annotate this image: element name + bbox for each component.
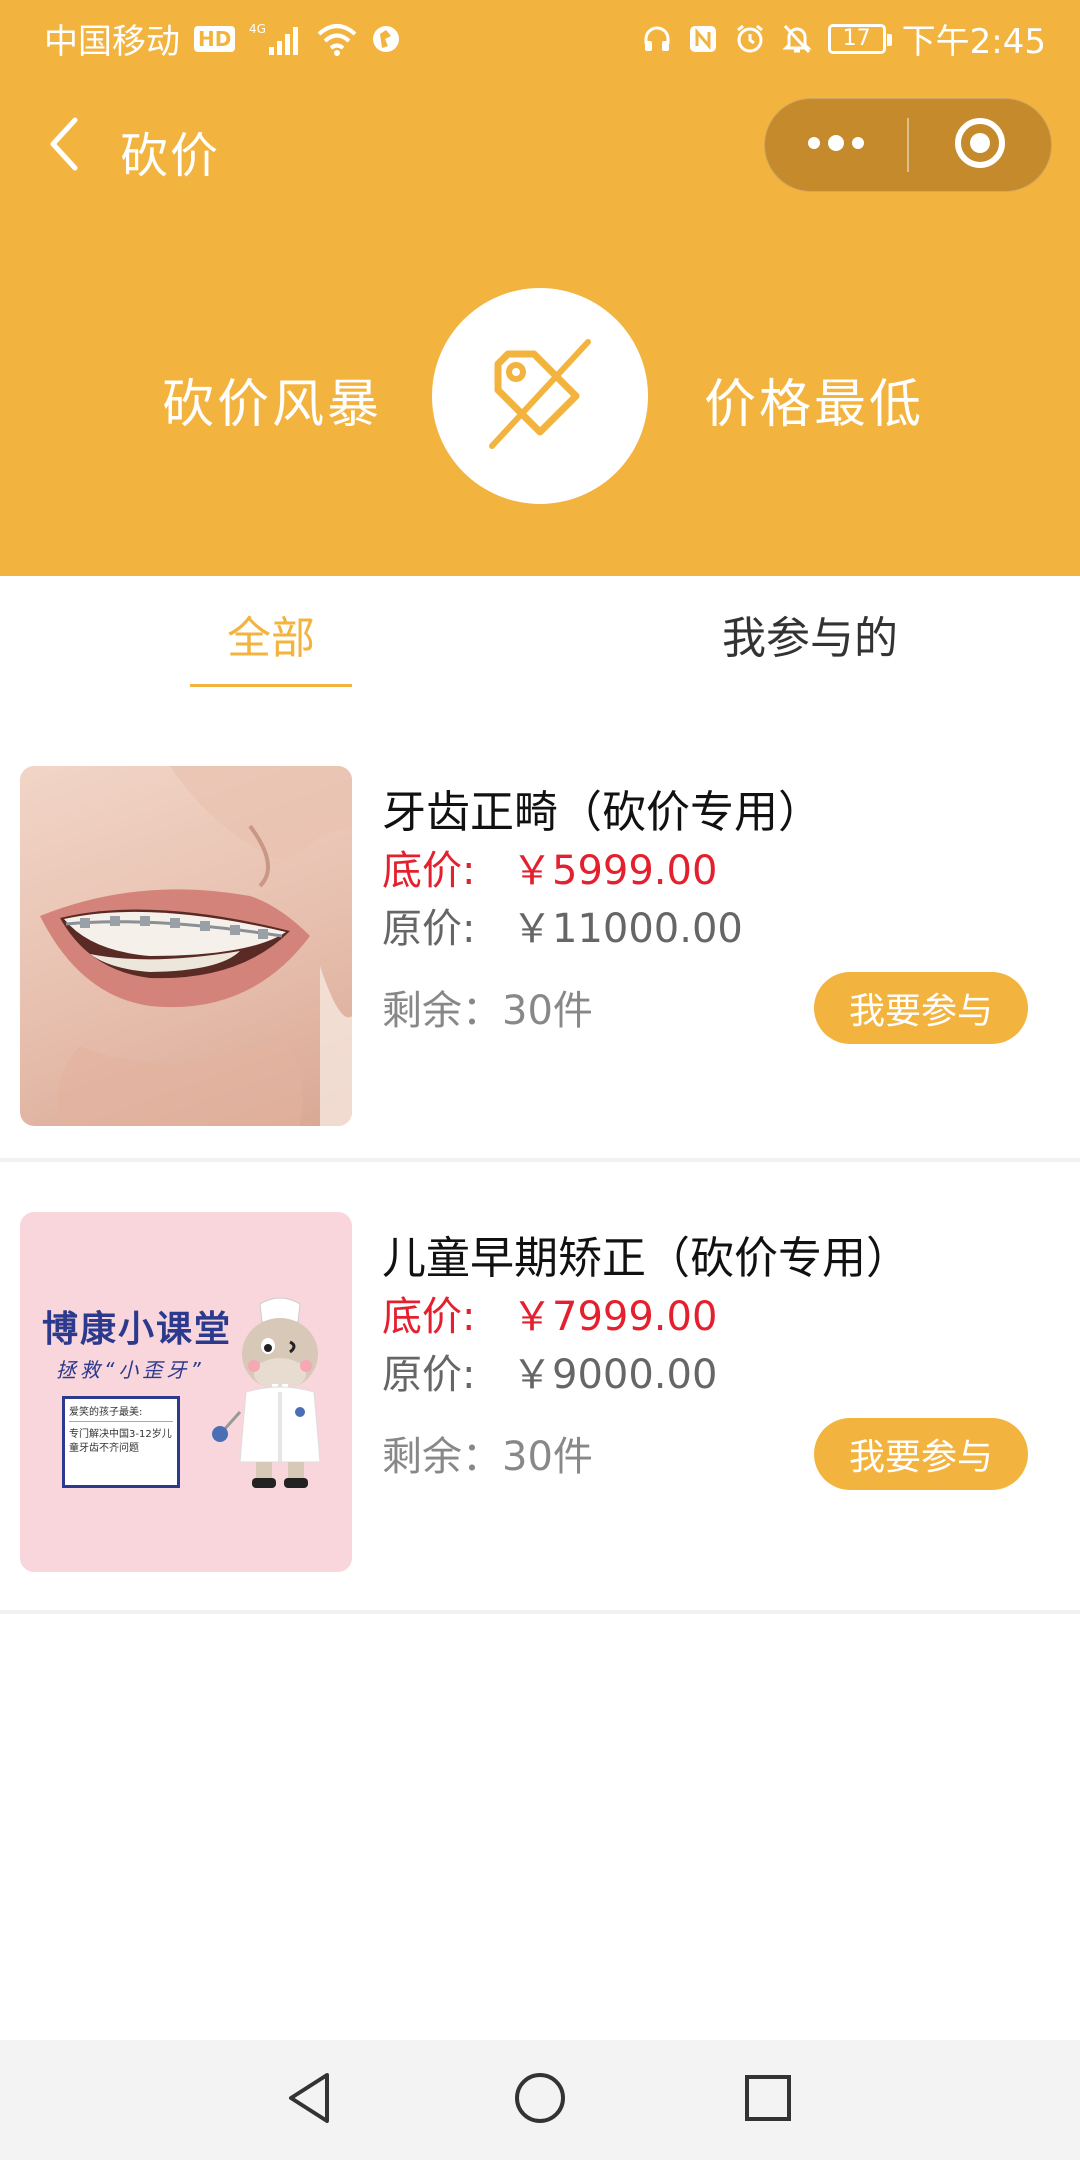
alarm-icon <box>734 23 766 55</box>
signal-icon: 4G <box>249 21 303 57</box>
floor-price-label: 底价: <box>382 1294 476 1340</box>
original-price-row: 原价: ￥9000.00 <box>382 1342 717 1400</box>
floor-price-row: 底价: ￥7999.00 <box>382 1284 717 1342</box>
join-button[interactable]: 我要参与 <box>814 1418 1028 1490</box>
poster-box-line1: 爱笑的孩子最美: <box>69 1403 173 1422</box>
back-triangle-icon <box>285 2071 335 2129</box>
bargain-page: 中国移动 HD 4G 17 下午2:45 砍价 砍价风暴 价格最低 全部 我参与… <box>0 0 1080 2160</box>
banner-left-text: 砍价风暴 <box>162 375 383 435</box>
home-circle-icon <box>513 2071 567 2129</box>
poster-box-line2: 专门解决中国3-12岁儿童牙齿不齐问题 <box>69 1429 172 1454</box>
headphones-icon <box>642 24 672 54</box>
close-button[interactable] <box>909 98 1051 192</box>
poster-image: 博康小课堂 拯救“小歪牙” 爱笑的孩子最美: 专门解决中国3-12岁儿童牙齿不齐… <box>20 1212 352 1572</box>
svg-text:4G: 4G <box>249 22 266 36</box>
floor-price-label: 底价: <box>382 848 476 894</box>
price-tag-slash-icon <box>480 334 600 458</box>
poster-title: 博康小课堂 <box>42 1308 233 1350</box>
original-price-label: 原价: <box>382 1352 476 1398</box>
status-bar: 中国移动 HD 4G 17 下午2:45 <box>0 0 1080 74</box>
back-button[interactable] <box>34 108 94 184</box>
carrier-label: 中国移动 <box>44 22 180 62</box>
system-back-button[interactable] <box>280 2070 340 2130</box>
hippo-dentist-illustration <box>212 1297 321 1488</box>
nav-bar: 砍价 <box>0 80 1080 210</box>
hd-badge: HD <box>194 25 236 52</box>
poster-info-box: 爱笑的孩子最美: 专门解决中国3-12岁儿童牙齿不齐问题 <box>62 1396 180 1488</box>
product-card[interactable]: 博康小课堂 拯救“小歪牙” 爱笑的孩子最美: 专门解决中国3-12岁儿童牙齿不齐… <box>0 1166 1080 1614</box>
more-button[interactable] <box>765 98 907 192</box>
mini-program-capsule <box>764 98 1052 192</box>
original-price-label: 原价: <box>382 906 476 952</box>
tab-bar: 全部 我参与的 <box>0 576 1080 692</box>
mute-icon <box>782 23 812 55</box>
vpn-icon <box>371 24 401 54</box>
page-title: 砍价 <box>120 128 221 184</box>
header-area: 中国移动 HD 4G 17 下午2:45 砍价 砍价风暴 价格最低 <box>0 0 1080 576</box>
chevron-left-icon <box>47 116 81 176</box>
nfc-icon <box>688 24 718 54</box>
product-name: 牙齿正畸（砍价专用） <box>382 787 822 838</box>
banner-badge <box>432 288 648 504</box>
product-image: 博康小课堂 拯救“小歪牙” 爱笑的孩子最美: 专门解决中国3-12岁儿童牙齿不齐… <box>20 1212 352 1572</box>
join-button[interactable]: 我要参与 <box>814 972 1028 1044</box>
original-price-value: ￥9000.00 <box>512 1352 718 1398</box>
original-price-value: ￥11000.00 <box>512 906 743 952</box>
system-recents-button[interactable] <box>738 2070 798 2130</box>
wifi-icon <box>317 22 357 56</box>
clock: 下午2:45 <box>901 22 1046 62</box>
product-card[interactable]: 牙齿正畸（砍价专用） 底价: ￥5999.00 原价: ￥11000.00 剩余… <box>0 720 1080 1162</box>
system-home-button[interactable] <box>510 2070 570 2130</box>
product-name: 儿童早期矫正（砍价专用） <box>382 1233 910 1284</box>
tab-my-participation[interactable]: 我参与的 <box>700 576 920 692</box>
banner-right-text: 价格最低 <box>704 375 925 435</box>
poster-subtitle: 拯救“小歪牙” <box>56 1358 205 1382</box>
recents-square-icon <box>743 2073 793 2127</box>
floor-price-row: 底价: ￥5999.00 <box>382 838 717 896</box>
target-circle-icon <box>953 116 1007 174</box>
more-dots-icon <box>806 133 866 157</box>
product-image <box>20 766 352 1126</box>
promo-banner: 砍价风暴 价格最低 <box>0 286 1080 506</box>
floor-price-value: ￥5999.00 <box>512 848 718 894</box>
floor-price-value: ￥7999.00 <box>512 1294 718 1340</box>
original-price-row: 原价: ￥11000.00 <box>382 896 743 954</box>
braces-smile-photo <box>20 766 352 1126</box>
active-tab-indicator <box>190 684 352 687</box>
stock-remaining: 剩余：30件 <box>382 1434 593 1480</box>
stock-remaining: 剩余：30件 <box>382 988 593 1034</box>
battery-indicator: 17 <box>827 23 892 54</box>
system-nav-bar <box>0 2040 1080 2160</box>
tab-all[interactable]: 全部 <box>190 576 352 692</box>
